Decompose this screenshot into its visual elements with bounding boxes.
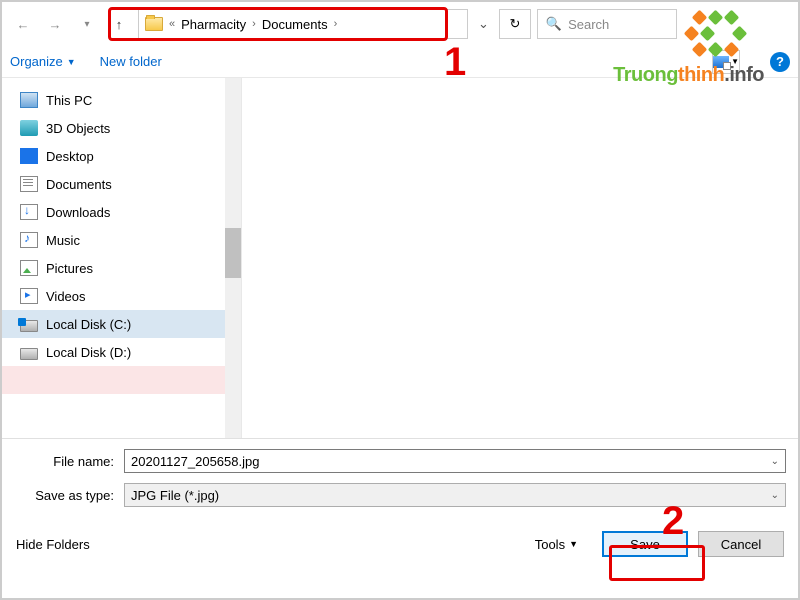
blank-icon	[20, 372, 38, 388]
cancel-button[interactable]: Cancel	[698, 531, 784, 557]
chevron-down-icon: ▼	[67, 57, 76, 67]
pc-icon	[20, 92, 38, 108]
search-icon: 🔍	[546, 16, 562, 32]
sidebar-item-label: Downloads	[46, 205, 110, 220]
pictures-icon	[20, 260, 38, 276]
help-button[interactable]: ?	[770, 52, 790, 72]
sidebar-item-desktop[interactable]: Desktop	[2, 142, 241, 170]
desktop-icon	[20, 148, 38, 164]
sidebar-item-redacted[interactable]	[2, 366, 241, 394]
sidebar-item-pictures[interactable]: Pictures	[2, 254, 241, 282]
sidebar-item-local-disk-c[interactable]: Local Disk (C:)	[2, 310, 241, 338]
new-folder-button[interactable]: New folder	[100, 54, 162, 69]
filetype-value: JPG File (*.jpg)	[131, 488, 219, 503]
sidebar-item-music[interactable]: Music	[2, 226, 241, 254]
sidebar-item-label: Music	[46, 233, 80, 248]
folder-icon	[145, 17, 163, 31]
sidebar: ⌃ This PC 3D Objects Desktop Documents D…	[2, 78, 242, 438]
file-list-area[interactable]	[242, 78, 798, 438]
chevron-down-icon: ▼	[569, 539, 578, 549]
filename-input[interactable]: 20201127_205658.jpg ⌄	[124, 449, 786, 473]
filetype-select[interactable]: JPG File (*.jpg) ⌄	[124, 483, 786, 507]
disk-icon	[20, 348, 38, 360]
downloads-icon	[20, 204, 38, 220]
main-area: ⌃ This PC 3D Objects Desktop Documents D…	[2, 78, 798, 438]
sidebar-item-downloads[interactable]: Downloads	[2, 198, 241, 226]
filename-value: 20201127_205658.jpg	[131, 454, 259, 469]
breadcrumb-2[interactable]: Documents	[262, 17, 328, 32]
chevron-down-icon[interactable]: ⌄	[771, 456, 779, 467]
sidebar-item-local-disk-d[interactable]: Local Disk (D:)	[2, 338, 241, 366]
sidebar-item-this-pc[interactable]: This PC	[2, 86, 241, 114]
address-bar[interactable]: « Pharmacity › Documents ›	[138, 9, 468, 39]
toolbar: Organize ▼ New folder ▼ ?	[2, 46, 798, 78]
sidebar-item-label: Desktop	[46, 149, 94, 164]
view-options-button[interactable]: ▼	[712, 50, 740, 74]
chevron-left-icon: «	[169, 18, 175, 30]
nav-bar: ← → ▾ ↑ « Pharmacity › Documents › ⌄ ↻ 🔍…	[2, 2, 798, 46]
sidebar-item-label: Local Disk (D:)	[46, 345, 131, 360]
sidebar-item-label: Videos	[46, 289, 86, 304]
sidebar-item-label: Documents	[46, 177, 112, 192]
tools-menu[interactable]: Tools ▼	[535, 537, 578, 552]
save-button[interactable]: Save	[602, 531, 688, 557]
hide-folders-button[interactable]: Hide Folders	[16, 537, 90, 552]
organize-label: Organize	[10, 54, 63, 69]
chevron-down-icon: ▼	[731, 57, 739, 66]
chevron-down-icon[interactable]: ⌄	[771, 490, 779, 501]
recent-button[interactable]: ▾	[74, 11, 100, 37]
sidebar-item-videos[interactable]: Videos	[2, 282, 241, 310]
videos-icon	[20, 288, 38, 304]
sidebar-item-label: Pictures	[46, 261, 93, 276]
filename-label: File name:	[14, 454, 124, 469]
3d-objects-icon	[20, 120, 38, 136]
refresh-button[interactable]: ↻	[499, 9, 531, 39]
search-input[interactable]: 🔍 Search	[537, 9, 677, 39]
address-dropdown[interactable]: ⌄	[478, 16, 489, 32]
forward-button[interactable]: →	[42, 11, 68, 37]
dialog-footer: Hide Folders Tools ▼ Save Cancel	[2, 517, 798, 571]
disk-icon	[20, 320, 38, 332]
chevron-right-icon: ›	[252, 18, 256, 30]
save-form: File name: 20201127_205658.jpg ⌄ Save as…	[2, 438, 798, 507]
filetype-label: Save as type:	[14, 488, 124, 503]
picture-icon	[713, 56, 729, 68]
sidebar-item-3d-objects[interactable]: 3D Objects	[2, 114, 241, 142]
chevron-right-icon: ›	[334, 18, 338, 30]
music-icon	[20, 232, 38, 248]
sidebar-item-label: Local Disk (C:)	[46, 317, 131, 332]
sidebar-item-label: 3D Objects	[46, 121, 110, 136]
sidebar-item-label: This PC	[46, 93, 92, 108]
search-placeholder: Search	[568, 17, 609, 32]
breadcrumb-1[interactable]: Pharmacity	[181, 17, 246, 32]
sidebar-scrollbar-thumb[interactable]	[225, 228, 241, 278]
sidebar-item-documents[interactable]: Documents	[2, 170, 241, 198]
up-button[interactable]: ↑	[106, 11, 132, 37]
organize-menu[interactable]: Organize ▼	[10, 54, 76, 69]
back-button[interactable]: ←	[10, 11, 36, 37]
documents-icon	[20, 176, 38, 192]
tools-label: Tools	[535, 537, 565, 552]
